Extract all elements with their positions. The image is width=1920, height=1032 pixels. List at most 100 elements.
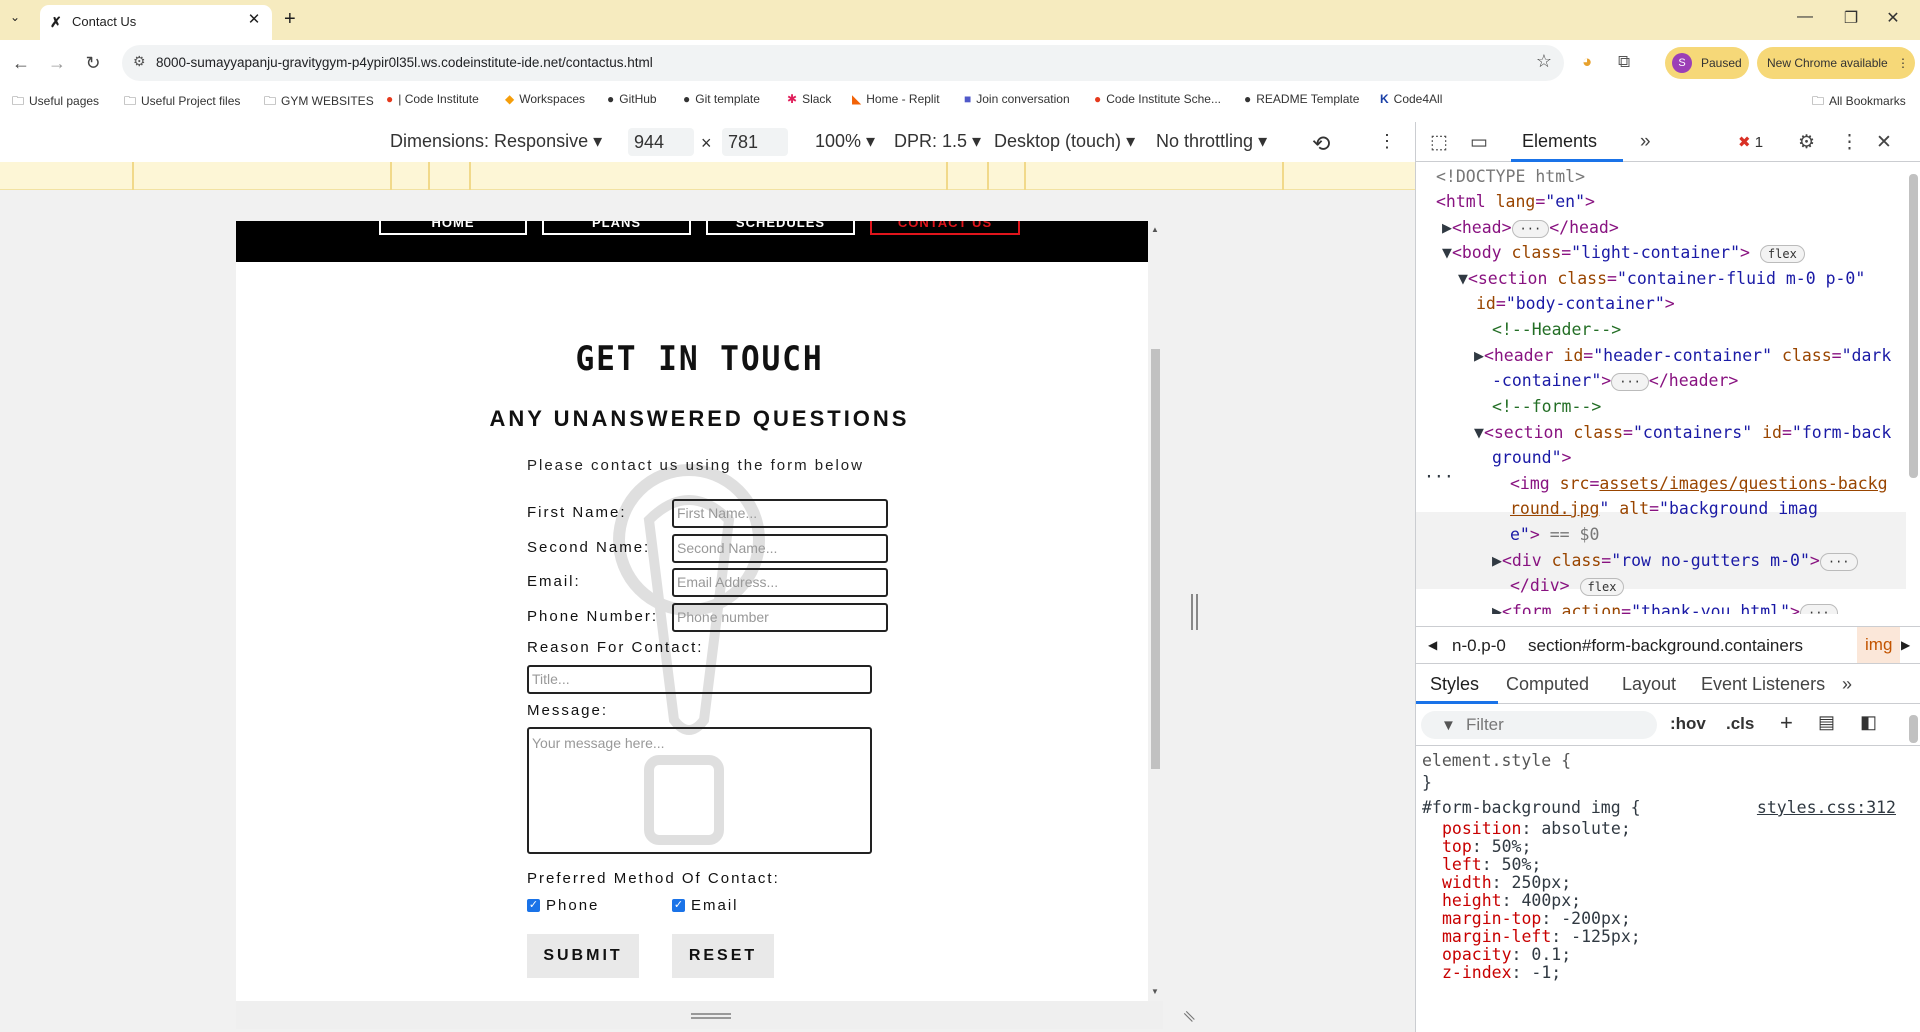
message-textarea[interactable]: Your message here... <box>527 727 872 854</box>
dom-line-section-form[interactable]: ▼<section class="containers" id="form-ba… <box>1474 420 1891 446</box>
minimize-icon[interactable]: — <box>1782 8 1828 26</box>
tab-event-listeners[interactable]: Event Listeners <box>1701 674 1825 695</box>
dom-scrollbar[interactable] <box>1909 174 1918 478</box>
email-input[interactable]: Email Address... <box>672 568 888 597</box>
nav-home[interactable]: HOME <box>379 221 527 235</box>
bookmark-useful-project-files[interactable]: 🗀 Useful Project files <box>124 92 240 113</box>
more-tabs-icon[interactable]: » <box>1640 131 1651 153</box>
dom-line-section[interactable]: ▼<section class="container-fluid m-0 p-0… <box>1458 266 1865 292</box>
new-tab-icon[interactable]: + <box>284 8 296 31</box>
bookmark-star-icon[interactable]: ☆ <box>1536 51 1552 72</box>
all-bookmarks[interactable]: 🗀 All Bookmarks <box>1812 92 1906 113</box>
email-checkbox[interactable]: ✓ <box>672 899 685 912</box>
dom-line-img-end[interactable]: e"> == $0 <box>1510 522 1599 548</box>
css-property[interactable]: z-index: -1; <box>1442 962 1561 984</box>
node-menu-icon[interactable]: ··· <box>1424 464 1454 490</box>
bookmark-useful-pages[interactable]: 🗀 Useful pages <box>12 92 99 113</box>
breadcrumb-left-arrow-icon[interactable]: ◀ <box>1428 638 1437 652</box>
tab-styles[interactable]: Styles <box>1430 674 1479 695</box>
phone-input[interactable]: Phone number <box>672 603 888 632</box>
expand-arrow-icon[interactable]: ▶ <box>1492 551 1502 570</box>
dom-line-header-cont[interactable]: -container"> ··· </header> <box>1492 368 1738 394</box>
throttling-dropdown[interactable]: No throttling ▾ <box>1156 131 1267 152</box>
reason-input[interactable]: Title... <box>527 665 872 694</box>
reset-button[interactable]: RESET <box>672 934 774 978</box>
tab-contact-us[interactable]: ✗ Contact Us ✕ <box>40 5 272 40</box>
bookmark-home-replit[interactable]: ◣ Home - Replit <box>852 92 940 106</box>
more-subtabs-icon[interactable]: » <box>1842 674 1852 695</box>
dom-line-div-close[interactable]: </div> flex <box>1510 573 1625 599</box>
breadcrumb-item-selected[interactable]: img <box>1857 627 1901 663</box>
rule-source-link[interactable]: styles.css:312 <box>1757 797 1896 819</box>
bookmark-code-institute[interactable]: ● | Code Institute <box>386 92 479 106</box>
nav-schedules[interactable]: SCHEDULES <box>706 221 855 235</box>
dom-tree[interactable]: <!DOCTYPE html> <html lang="en"> ▶<head>… <box>1416 164 1906 614</box>
first-name-input[interactable]: First Name... <box>672 499 888 528</box>
settings-gear-icon[interactable]: ⚙ <box>1798 131 1815 154</box>
forward-icon[interactable]: → <box>44 51 70 77</box>
flex-badge[interactable]: flex <box>1759 244 1805 263</box>
address-bar[interactable]: ⚙ 8000-sumayyapanju-gravitygym-p4ypir0l3… <box>122 45 1564 81</box>
inspect-element-icon[interactable]: ⬚ <box>1430 131 1448 154</box>
dom-line-section-form-cont[interactable]: ground"> <box>1492 445 1571 471</box>
resize-handle-icon[interactable] <box>691 1013 731 1015</box>
page-scrollbar[interactable]: ▲ ▼ <box>1148 221 1163 1001</box>
bookmark-workspaces[interactable]: ◆ Workspaces <box>505 92 585 106</box>
expand-arrow-icon[interactable]: ▶ <box>1492 602 1502 614</box>
src-link[interactable]: assets/images/questions-backg <box>1599 474 1887 493</box>
more-options-icon[interactable]: ⋮ <box>1378 131 1396 152</box>
device-toggle-icon[interactable]: ▭ <box>1470 131 1488 154</box>
new-rule-icon[interactable]: + <box>1780 710 1793 736</box>
dom-line-div[interactable]: ▶<div class="row no-gutters m-0"> ··· <box>1492 548 1858 574</box>
dom-line-form[interactable]: ▶<form action="thank-you.html"> ··· <box>1492 599 1838 614</box>
bookmark-code4all[interactable]: K Code4All <box>1380 92 1442 106</box>
devtools-menu-icon[interactable]: ⋮ <box>1840 131 1859 154</box>
styles-filter-input[interactable]: ▼ Filter <box>1421 711 1657 739</box>
restore-icon[interactable]: ❐ <box>1828 8 1874 28</box>
dom-line-doctype[interactable]: <!DOCTYPE html> <box>1436 164 1585 190</box>
scroll-up-icon[interactable]: ▲ <box>1151 225 1159 234</box>
scroll-thumb[interactable] <box>1151 349 1160 769</box>
back-icon[interactable]: ← <box>8 51 34 77</box>
nav-plans[interactable]: PLANS <box>542 221 691 235</box>
bookmark-code-institute-schedule[interactable]: ● Code Institute Sche... <box>1094 92 1221 106</box>
rule-selector[interactable]: #form-background img { <box>1422 797 1641 819</box>
extension-c-icon[interactable]: ◕ <box>1582 52 1592 72</box>
scroll-down-icon[interactable]: ▼ <box>1151 987 1159 996</box>
dom-line-section-id[interactable]: id="body-container"> <box>1476 291 1675 317</box>
breadcrumb-right-arrow-icon[interactable]: ▶ <box>1901 638 1910 652</box>
dom-line-comment-header[interactable]: <!--Header--> <box>1492 317 1621 343</box>
ellipsis-pill[interactable]: ··· <box>1799 603 1838 614</box>
rotate-icon[interactable]: ⟲ <box>1312 131 1330 157</box>
site-info-icon[interactable]: ⚙ <box>133 53 146 70</box>
expand-arrow-icon[interactable]: ▶ <box>1442 218 1452 237</box>
ellipsis-pill[interactable]: ··· <box>1511 219 1550 238</box>
collapse-arrow-icon[interactable]: ▼ <box>1458 269 1468 288</box>
dom-line-img[interactable]: <img src=assets/images/questions-backg <box>1510 471 1888 497</box>
tab-layout[interactable]: Layout <box>1622 674 1676 695</box>
bookmark-git-template[interactable]: ● Git template <box>683 92 760 106</box>
viewport-bottom-resizer[interactable] <box>236 1001 1163 1029</box>
dom-line-img-cont[interactable]: round.jpg" alt="background imag <box>1510 496 1818 522</box>
close-tab-icon[interactable]: ✕ <box>244 10 264 30</box>
reload-icon[interactable]: ↻ <box>80 51 106 77</box>
dimensions-dropdown[interactable]: Dimensions: Responsive ▾ <box>390 131 602 152</box>
side-resize-handle-icon[interactable] <box>1191 594 1193 630</box>
width-input[interactable]: 944 <box>628 128 694 156</box>
new-chrome-available-button[interactable]: New Chrome available ⋮ <box>1757 47 1915 79</box>
breadcrumb-item[interactable]: n-0.p-0 <box>1452 636 1506 656</box>
src-link[interactable]: round.jpg <box>1510 499 1599 518</box>
flex-badge[interactable]: flex <box>1579 577 1625 596</box>
collapse-arrow-icon[interactable]: ▼ <box>1474 423 1484 442</box>
height-input[interactable]: 781 <box>722 128 788 156</box>
element-style-selector[interactable]: element.style { <box>1422 750 1571 772</box>
collapse-arrow-icon[interactable]: ▼ <box>1442 243 1452 262</box>
url-text[interactable]: 8000-sumayyapanju-gravitygym-p4ypir0l35l… <box>156 55 653 70</box>
sidebar-toggle-icon[interactable]: ◧ <box>1860 712 1877 733</box>
bookmark-readme-template[interactable]: ● README Template <box>1244 92 1359 106</box>
styles-scrollbar[interactable] <box>1909 715 1918 743</box>
dpr-dropdown[interactable]: DPR: 1.5 ▾ <box>894 131 981 152</box>
second-name-input[interactable]: Second Name... <box>672 534 888 563</box>
hov-toggle[interactable]: :hov <box>1670 714 1706 734</box>
tab-elements[interactable]: Elements <box>1522 131 1597 152</box>
